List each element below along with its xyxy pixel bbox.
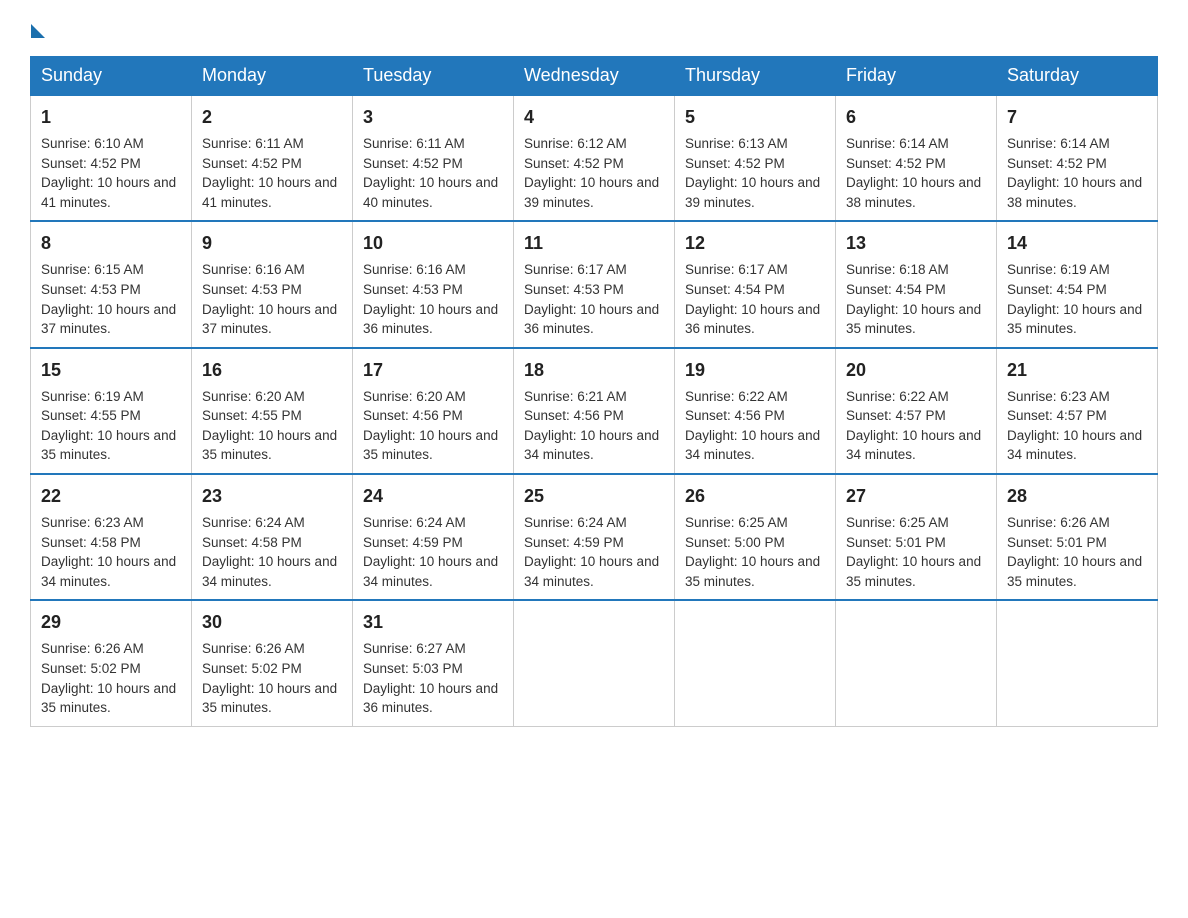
day-number: 25: [524, 483, 664, 509]
calendar-cell: 2Sunrise: 6:11 AMSunset: 4:52 PMDaylight…: [192, 95, 353, 221]
calendar-cell: [675, 600, 836, 726]
day-number: 26: [685, 483, 825, 509]
day-number: 19: [685, 357, 825, 383]
day-number: 29: [41, 609, 181, 635]
calendar-cell: 16Sunrise: 6:20 AMSunset: 4:55 PMDayligh…: [192, 348, 353, 474]
calendar-cell: 21Sunrise: 6:23 AMSunset: 4:57 PMDayligh…: [997, 348, 1158, 474]
calendar-cell: 11Sunrise: 6:17 AMSunset: 4:53 PMDayligh…: [514, 221, 675, 347]
calendar-cell: [836, 600, 997, 726]
day-number: 30: [202, 609, 342, 635]
calendar-week-row: 1Sunrise: 6:10 AMSunset: 4:52 PMDaylight…: [31, 95, 1158, 221]
calendar-cell: 14Sunrise: 6:19 AMSunset: 4:54 PMDayligh…: [997, 221, 1158, 347]
page-header: [30, 20, 1158, 38]
calendar-cell: 12Sunrise: 6:17 AMSunset: 4:54 PMDayligh…: [675, 221, 836, 347]
day-number: 14: [1007, 230, 1147, 256]
calendar-cell: 4Sunrise: 6:12 AMSunset: 4:52 PMDaylight…: [514, 95, 675, 221]
day-number: 11: [524, 230, 664, 256]
calendar-week-row: 22Sunrise: 6:23 AMSunset: 4:58 PMDayligh…: [31, 474, 1158, 600]
logo: [30, 20, 45, 38]
calendar-day-header: Thursday: [675, 57, 836, 96]
calendar-cell: 8Sunrise: 6:15 AMSunset: 4:53 PMDaylight…: [31, 221, 192, 347]
day-number: 27: [846, 483, 986, 509]
calendar-cell: [514, 600, 675, 726]
calendar-cell: 19Sunrise: 6:22 AMSunset: 4:56 PMDayligh…: [675, 348, 836, 474]
calendar-day-header: Monday: [192, 57, 353, 96]
day-number: 3: [363, 104, 503, 130]
calendar-cell: 22Sunrise: 6:23 AMSunset: 4:58 PMDayligh…: [31, 474, 192, 600]
calendar-cell: 27Sunrise: 6:25 AMSunset: 5:01 PMDayligh…: [836, 474, 997, 600]
calendar-cell: 20Sunrise: 6:22 AMSunset: 4:57 PMDayligh…: [836, 348, 997, 474]
calendar-table: SundayMondayTuesdayWednesdayThursdayFrid…: [30, 56, 1158, 727]
calendar-day-header: Wednesday: [514, 57, 675, 96]
calendar-cell: 18Sunrise: 6:21 AMSunset: 4:56 PMDayligh…: [514, 348, 675, 474]
day-number: 31: [363, 609, 503, 635]
day-number: 21: [1007, 357, 1147, 383]
calendar-day-header: Sunday: [31, 57, 192, 96]
calendar-day-header: Friday: [836, 57, 997, 96]
calendar-cell: 5Sunrise: 6:13 AMSunset: 4:52 PMDaylight…: [675, 95, 836, 221]
day-number: 4: [524, 104, 664, 130]
calendar-cell: 31Sunrise: 6:27 AMSunset: 5:03 PMDayligh…: [353, 600, 514, 726]
calendar-cell: 25Sunrise: 6:24 AMSunset: 4:59 PMDayligh…: [514, 474, 675, 600]
day-number: 9: [202, 230, 342, 256]
calendar-cell: 3Sunrise: 6:11 AMSunset: 4:52 PMDaylight…: [353, 95, 514, 221]
day-number: 12: [685, 230, 825, 256]
calendar-cell: [997, 600, 1158, 726]
calendar-cell: 24Sunrise: 6:24 AMSunset: 4:59 PMDayligh…: [353, 474, 514, 600]
calendar-cell: 23Sunrise: 6:24 AMSunset: 4:58 PMDayligh…: [192, 474, 353, 600]
calendar-cell: 1Sunrise: 6:10 AMSunset: 4:52 PMDaylight…: [31, 95, 192, 221]
day-number: 8: [41, 230, 181, 256]
calendar-cell: 13Sunrise: 6:18 AMSunset: 4:54 PMDayligh…: [836, 221, 997, 347]
day-number: 24: [363, 483, 503, 509]
calendar-cell: 28Sunrise: 6:26 AMSunset: 5:01 PMDayligh…: [997, 474, 1158, 600]
calendar-cell: 6Sunrise: 6:14 AMSunset: 4:52 PMDaylight…: [836, 95, 997, 221]
day-number: 2: [202, 104, 342, 130]
calendar-week-row: 29Sunrise: 6:26 AMSunset: 5:02 PMDayligh…: [31, 600, 1158, 726]
calendar-cell: 29Sunrise: 6:26 AMSunset: 5:02 PMDayligh…: [31, 600, 192, 726]
day-number: 22: [41, 483, 181, 509]
day-number: 18: [524, 357, 664, 383]
day-number: 10: [363, 230, 503, 256]
calendar-header-row: SundayMondayTuesdayWednesdayThursdayFrid…: [31, 57, 1158, 96]
day-number: 17: [363, 357, 503, 383]
day-number: 23: [202, 483, 342, 509]
day-number: 28: [1007, 483, 1147, 509]
calendar-week-row: 15Sunrise: 6:19 AMSunset: 4:55 PMDayligh…: [31, 348, 1158, 474]
day-number: 1: [41, 104, 181, 130]
day-number: 5: [685, 104, 825, 130]
day-number: 13: [846, 230, 986, 256]
calendar-day-header: Tuesday: [353, 57, 514, 96]
calendar-cell: 30Sunrise: 6:26 AMSunset: 5:02 PMDayligh…: [192, 600, 353, 726]
calendar-week-row: 8Sunrise: 6:15 AMSunset: 4:53 PMDaylight…: [31, 221, 1158, 347]
calendar-cell: 15Sunrise: 6:19 AMSunset: 4:55 PMDayligh…: [31, 348, 192, 474]
day-number: 16: [202, 357, 342, 383]
day-number: 15: [41, 357, 181, 383]
calendar-cell: 26Sunrise: 6:25 AMSunset: 5:00 PMDayligh…: [675, 474, 836, 600]
logo-arrow-icon: [31, 24, 45, 38]
calendar-cell: 17Sunrise: 6:20 AMSunset: 4:56 PMDayligh…: [353, 348, 514, 474]
calendar-cell: 9Sunrise: 6:16 AMSunset: 4:53 PMDaylight…: [192, 221, 353, 347]
day-number: 7: [1007, 104, 1147, 130]
calendar-cell: 7Sunrise: 6:14 AMSunset: 4:52 PMDaylight…: [997, 95, 1158, 221]
calendar-cell: 10Sunrise: 6:16 AMSunset: 4:53 PMDayligh…: [353, 221, 514, 347]
day-number: 6: [846, 104, 986, 130]
calendar-day-header: Saturday: [997, 57, 1158, 96]
day-number: 20: [846, 357, 986, 383]
